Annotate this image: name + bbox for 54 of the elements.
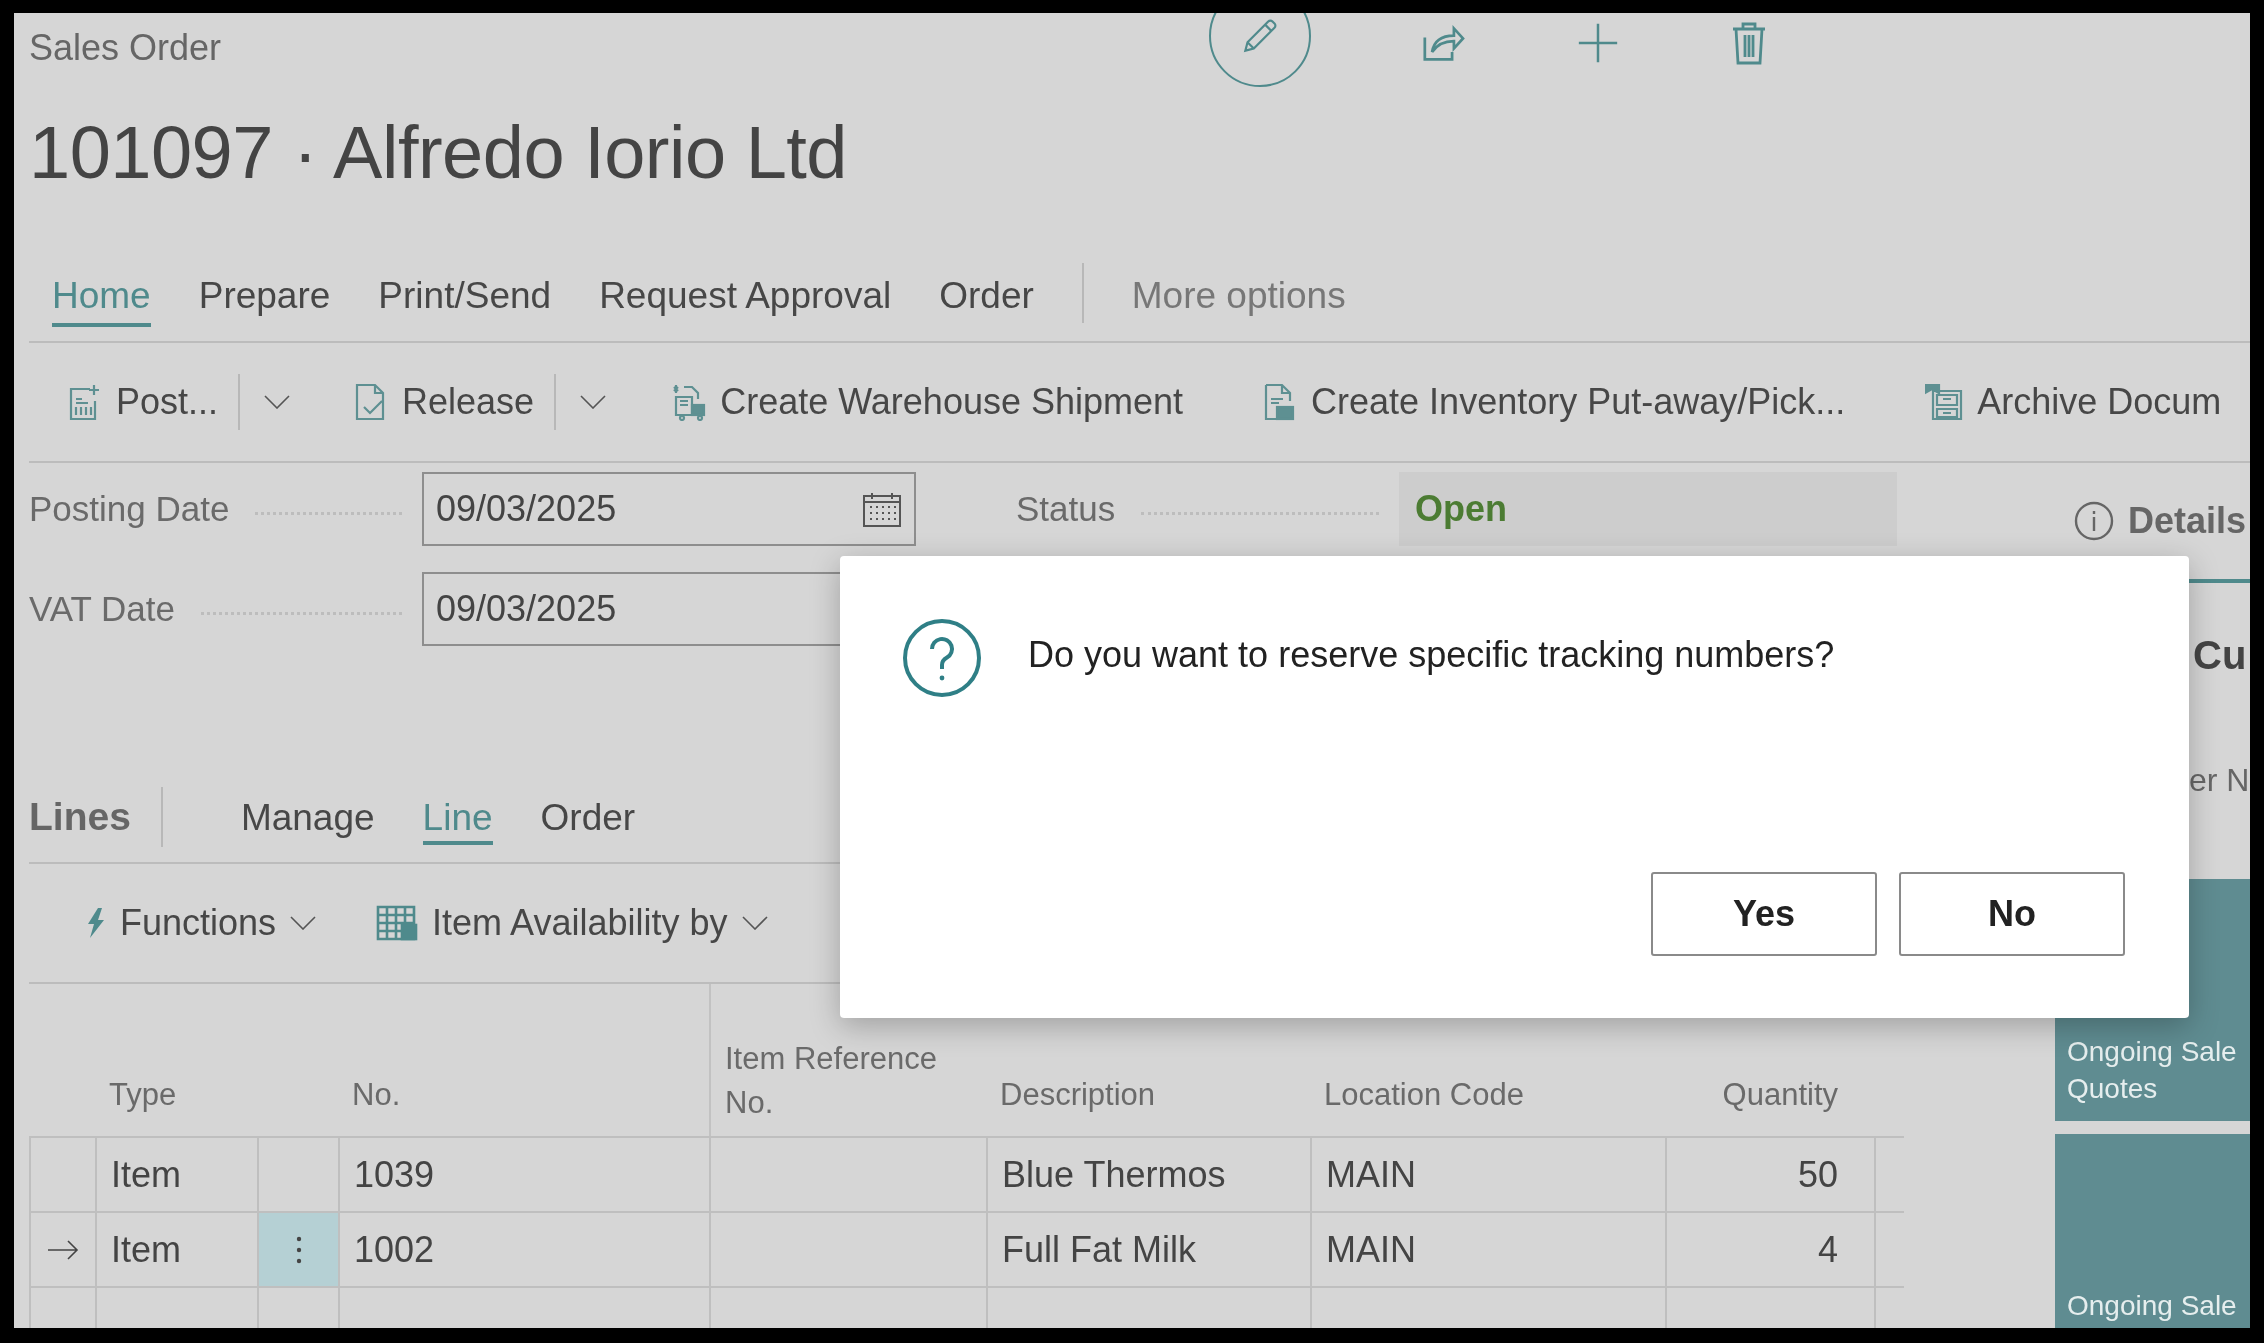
status-value: Open	[1399, 472, 1897, 546]
table-grid-icon	[376, 905, 419, 941]
panel-title[interactable]: Details	[2128, 500, 2247, 542]
more-icon	[295, 1235, 302, 1264]
panel-heading: Cu	[2193, 633, 2248, 678]
dialog-button[interactable]: Yes	[1651, 872, 1877, 956]
chevron-down-icon	[741, 916, 768, 930]
table-cell: Item	[95, 1136, 257, 1211]
field-label: Posting Date	[29, 489, 230, 529]
action-button[interactable]: Create Inventory Put-away/Pick...	[1263, 381, 1846, 423]
edit-button[interactable]	[1209, 13, 1311, 87]
table-cell: 50	[1665, 1136, 1874, 1211]
tab[interactable]: Order	[540, 789, 636, 845]
column-header[interactable]: Type	[95, 984, 257, 1136]
tab[interactable]: Request Approval	[599, 265, 892, 327]
document-plus-icon	[68, 383, 102, 421]
table-cell: MAIN	[1310, 1211, 1665, 1286]
panel-text: er N	[2189, 762, 2250, 799]
action-button[interactable]: Release	[354, 381, 535, 423]
record-title: 101097 · Alfredo Iorio Ltd	[28, 110, 849, 196]
column-header[interactable]: No.	[338, 984, 709, 1136]
action-button[interactable]: Functions	[86, 902, 317, 944]
share-icon[interactable]	[1421, 23, 1465, 63]
table-cell: Blue Thermos	[986, 1136, 1310, 1211]
table-cell: 1039	[338, 1136, 709, 1211]
table-cell: MAIN	[1310, 1136, 1665, 1211]
table-cell: 4	[1665, 1211, 1874, 1286]
tab[interactable]: Prepare	[198, 265, 331, 327]
action-button[interactable]: Create Warehouse Shipment	[670, 381, 1184, 423]
tab[interactable]: Order	[939, 265, 1034, 327]
field-label: VAT Date	[29, 589, 175, 629]
info-icon	[2074, 501, 2114, 541]
action-button[interactable]: Item Availability by	[376, 902, 768, 944]
table-cell: 1002	[338, 1211, 709, 1286]
lightning-icon	[86, 908, 106, 938]
cabinet-icon	[1925, 383, 1964, 421]
dialog-button[interactable]: No	[1899, 872, 2125, 956]
chevron-down-icon[interactable]	[580, 395, 607, 409]
action-button[interactable]: Post...	[68, 381, 219, 423]
page-caption: Sales Order	[29, 27, 223, 69]
truck-icon	[670, 383, 707, 421]
tab[interactable]: Manage	[240, 789, 375, 845]
chevron-down-icon	[290, 916, 317, 930]
action-button[interactable]: Archive Docum	[1925, 381, 2222, 423]
delete-icon[interactable]	[1731, 21, 1767, 65]
field-label: Status	[1016, 489, 1116, 529]
dialog-message: Do you want to reserve specific tracking numbers?	[1028, 634, 1835, 676]
calendar-icon[interactable]	[862, 491, 902, 527]
chevron-down-icon[interactable]	[264, 395, 291, 409]
section-title: Lines	[29, 795, 131, 839]
tab[interactable]: Print/Send	[378, 265, 552, 327]
table-cell: Full Fat Milk	[986, 1211, 1310, 1286]
question-icon	[902, 618, 982, 698]
date-field[interactable]: 09/03/2025	[422, 472, 916, 546]
